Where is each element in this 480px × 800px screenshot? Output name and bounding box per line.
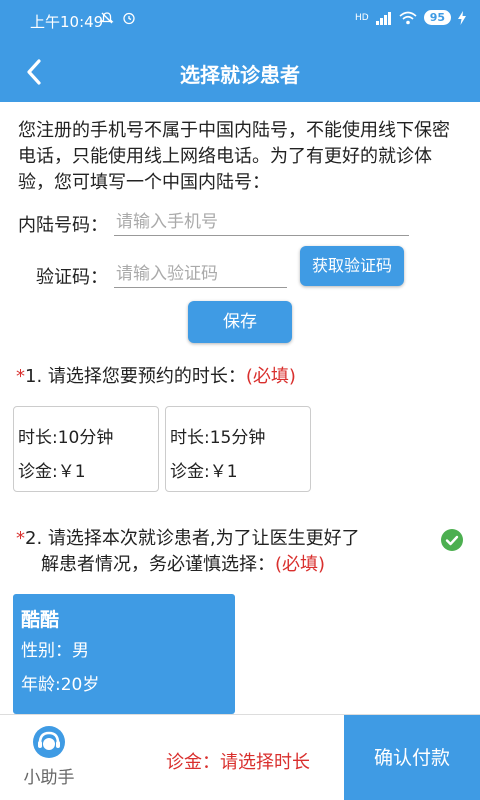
fee-value: 诊金:￥1 [18,462,86,482]
assistant-label: 小助手 [23,768,75,788]
code-label: 验证码： [36,267,108,288]
duration-section-title: *1. 请选择您要预约的时长：(必填) [16,364,296,390]
patient-section-title: *2. 请选择本次就诊患者,为了让医生更好了 解患者情况，务必谨慎选择：(必填) [16,526,436,578]
duration-option-card[interactable]: 时长:15分钟 诊金:￥1 [165,406,311,492]
duration-value: 时长:15分钟 [170,428,266,448]
required-asterisk: * [16,528,25,549]
wifi-icon [399,11,417,24]
title-bar: 选择就诊患者 [0,40,480,102]
check-circle-icon [441,529,463,551]
patient-card[interactable]: 酷酷 性别：男 年龄:20岁 [13,594,235,714]
alarm-icon [123,12,136,25]
charging-icon [458,10,466,25]
phone-label: 内陆号码： [18,215,108,236]
patient-question-line1: 2. 请选择本次就诊患者,为了让医生更好了 [25,528,360,549]
assistant-button[interactable]: 小助手 [12,719,86,799]
duration-option-card[interactable]: 时长:10分钟 诊金:￥1 [13,406,159,492]
get-code-button[interactable]: 获取验证码 [300,246,404,286]
status-time: 上午10:49 [30,13,104,31]
network-label: HD [354,12,369,23]
fee-summary: 诊金：请选择时长 [166,752,310,773]
duration-question: 1. 请选择您要预约的时长： [25,366,246,387]
required-tag: (必填) [275,554,326,575]
battery-icon: 95 [423,10,451,25]
patient-question-line2: 解患者情况，务必谨慎选择： [41,554,275,575]
signal-icon [375,11,391,25]
fee-value: 诊金:￥1 [170,462,238,482]
mute-icon [100,12,114,24]
patient-name: 酷酷 [21,609,60,631]
status-right: HD 95 [355,10,466,25]
patient-gender: 性别：男 [21,641,89,661]
required-tag: (必填) [245,366,296,387]
status-bar: 上午10:49 HD 95 [0,0,480,40]
patient-age: 年龄:20岁 [21,675,100,695]
headset-icon [33,726,65,758]
phone-notice-text: 您注册的手机号不属于中国内陆号，不能使用线下保密电话，只能使用线上网络电话。为了… [18,120,450,193]
duration-value: 时长:10分钟 [18,428,114,448]
status-left-icons [100,11,136,27]
code-input[interactable] [114,260,287,288]
confirm-payment-button[interactable]: 确认付款 [344,715,480,800]
phone-input[interactable] [114,208,409,236]
required-asterisk: * [16,366,25,387]
save-button[interactable]: 保存 [188,301,292,343]
page-title: 选择就诊患者 [180,63,300,87]
bottom-bar: 小助手 诊金：请选择时长 确认付款 [0,714,480,800]
